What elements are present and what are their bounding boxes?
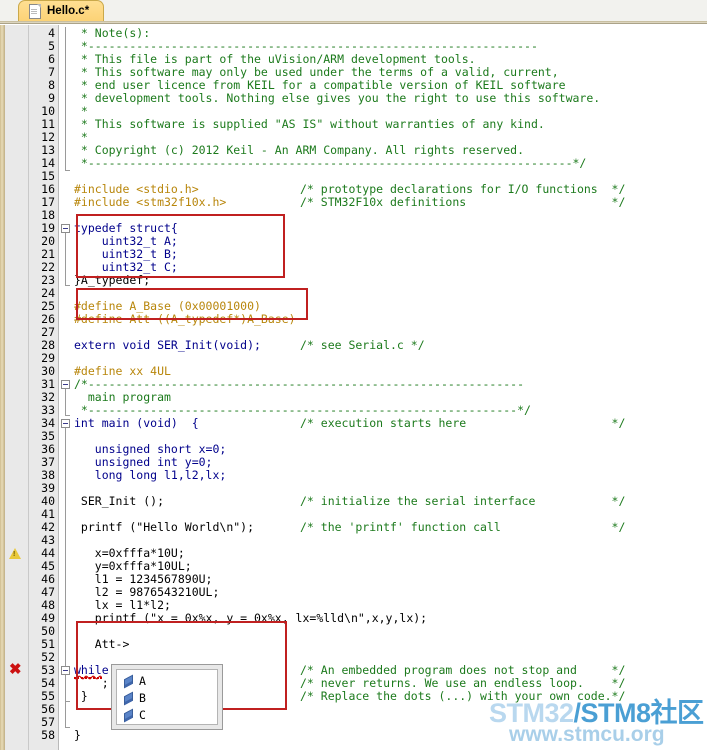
annotation-box-defines bbox=[76, 288, 308, 320]
autocomplete-item[interactable]: B bbox=[117, 690, 217, 707]
code-line: extern void SER_Init(void); bbox=[74, 338, 261, 352]
fold-toggle-icon[interactable] bbox=[61, 224, 70, 233]
member-field-icon bbox=[123, 691, 134, 706]
tab-bar: Hello.c* bbox=[0, 0, 707, 24]
code-line: long long l1,l2,lx; bbox=[74, 468, 227, 482]
autocomplete-item[interactable]: A bbox=[117, 673, 217, 690]
code-line-comment: /* initialize the serial interface */ bbox=[300, 494, 626, 508]
error-icon[interactable]: ✖ bbox=[9, 662, 22, 677]
fold-toggle-icon[interactable] bbox=[61, 666, 70, 675]
line-number: 58 bbox=[41, 728, 55, 742]
fold-range-line bbox=[65, 27, 66, 170]
fold-range-end bbox=[65, 170, 70, 171]
code-line: printf ("Hello World\n"); bbox=[74, 520, 255, 534]
member-field-icon bbox=[123, 708, 134, 723]
code-line: *---------------------------------------… bbox=[74, 156, 587, 170]
code-editor[interactable]: * Note(s): *----------------------------… bbox=[0, 25, 707, 750]
fold-toggle-icon[interactable] bbox=[61, 419, 70, 428]
warning-icon[interactable] bbox=[9, 548, 21, 559]
code-line-comment: /* STM32F10x definitions */ bbox=[300, 195, 626, 209]
autocomplete-item-label: C bbox=[139, 708, 146, 722]
autocomplete-list[interactable]: ABC bbox=[116, 669, 218, 725]
fold-range-line bbox=[65, 675, 66, 701]
annotation-box-typedef bbox=[76, 214, 285, 278]
fold-range-line bbox=[65, 233, 66, 285]
tab-label: Hello.c* bbox=[47, 4, 90, 17]
document-icon bbox=[29, 4, 41, 19]
autocomplete-item-label: B bbox=[139, 691, 146, 705]
fold-range-end bbox=[65, 285, 70, 286]
tab-hello-c[interactable]: Hello.c* bbox=[18, 0, 105, 22]
autocomplete-popup[interactable]: ABC bbox=[111, 664, 223, 730]
code-line: } bbox=[74, 728, 81, 742]
member-field-icon bbox=[123, 674, 134, 689]
code-line-comment: /* the 'printf' function call */ bbox=[300, 520, 626, 534]
fold-range-end bbox=[65, 727, 70, 728]
code-line: int main (void) { bbox=[74, 416, 199, 430]
code-line: * This software is supplied "AS IS" with… bbox=[74, 117, 545, 131]
fold-range-line bbox=[65, 389, 66, 415]
uvision-editor-window: Hello.c* * Note(s): *-------------------… bbox=[0, 0, 707, 750]
autocomplete-item-label: A bbox=[139, 674, 146, 688]
autocomplete-item[interactable]: C bbox=[117, 707, 217, 724]
code-line: * development tools. Nothing else gives … bbox=[74, 91, 601, 105]
fold-toggle-icon[interactable] bbox=[61, 380, 70, 389]
fold-range-end bbox=[65, 415, 70, 416]
code-line-comment: /* execution starts here */ bbox=[300, 416, 626, 430]
breakpoint-margin[interactable] bbox=[5, 25, 29, 750]
code-line-comment: /* Replace the dots (...) with your own … bbox=[300, 689, 626, 703]
code-line: SER_Init (); bbox=[74, 494, 165, 508]
code-line: #include <stm32f10x.h> bbox=[74, 195, 227, 209]
fold-range-end bbox=[65, 701, 70, 702]
code-line-comment: /* see Serial.c */ bbox=[300, 338, 425, 352]
